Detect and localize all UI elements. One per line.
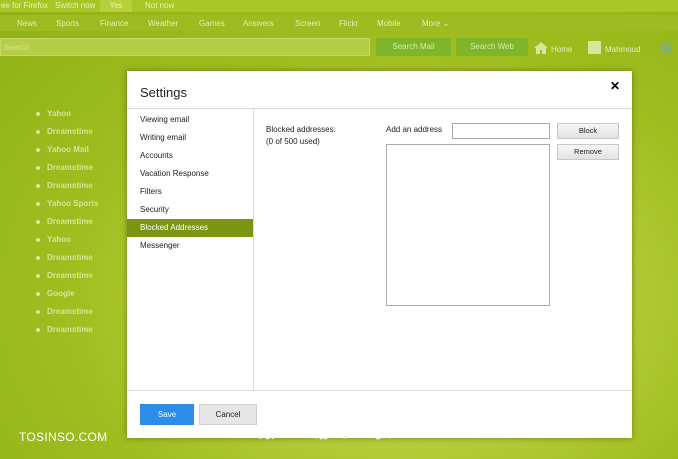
unread-dot-icon xyxy=(36,130,40,134)
unread-dot-icon xyxy=(36,274,40,278)
user-avatar-icon[interactable] xyxy=(588,41,601,54)
unread-dot-icon xyxy=(36,292,40,296)
home-label[interactable]: Home xyxy=(551,45,572,54)
remove-button[interactable]: Remove xyxy=(557,144,619,160)
list-item: Yahoo xyxy=(0,232,127,250)
firefox-promo-text: ee for Firefox xyxy=(1,1,49,10)
not-now-link[interactable]: Not now xyxy=(145,1,174,10)
nav-item-sports[interactable]: Sports xyxy=(56,19,79,28)
divider xyxy=(253,109,254,390)
unread-dot-icon xyxy=(36,202,40,206)
dialog-title: Settings xyxy=(140,85,187,100)
search-input[interactable]: Search xyxy=(0,38,370,56)
list-item: Dreamstime xyxy=(0,268,127,286)
nav-more-label: More xyxy=(422,19,441,28)
list-item-sender: Dreamstime xyxy=(47,307,93,316)
list-item-sender: Yahoo xyxy=(47,109,72,118)
close-icon[interactable]: ✕ xyxy=(610,79,620,93)
yahoo-nav-bar: News Sports Finance Weather Games Answer… xyxy=(0,15,678,31)
menu-item-blocked-addresses[interactable]: Blocked Addresses xyxy=(127,219,253,237)
list-item: Dreamstime xyxy=(0,124,127,142)
gear-icon[interactable] xyxy=(660,42,672,54)
save-button[interactable]: Save xyxy=(140,404,194,425)
nav-item-games[interactable]: Games xyxy=(199,19,225,28)
unread-dot-icon xyxy=(36,256,40,260)
chevron-down-icon: ⌄ xyxy=(442,19,450,28)
user-name-label[interactable]: Mahmoud xyxy=(605,45,641,54)
list-item: Yahoo Mail xyxy=(0,142,127,160)
blocked-addresses-list[interactable] xyxy=(386,144,550,306)
list-item-sender: Dreamstime xyxy=(47,271,93,280)
add-address-label: Add an address xyxy=(386,125,443,134)
unread-dot-icon xyxy=(36,148,40,152)
search-row: Search Search Mail Search Web Home Mahmo… xyxy=(0,37,678,59)
watermark-right: انجمن تخصصی فناوری اطلاعات ایران - ITPro… xyxy=(218,429,399,439)
list-item-sender: Dreamstime xyxy=(47,217,93,226)
list-item-sender: Dreamstime xyxy=(47,253,93,262)
nav-more-button[interactable]: More ⌄ xyxy=(422,19,449,28)
nav-item-answers[interactable]: Answers xyxy=(243,19,274,28)
block-button[interactable]: Block xyxy=(557,123,619,139)
list-item-sender: Dreamstime xyxy=(47,325,93,334)
unread-dot-icon xyxy=(36,184,40,188)
list-item-sender: Dreamstime xyxy=(47,127,93,136)
menu-item-messenger[interactable]: Messenger xyxy=(127,237,253,255)
list-item: Yahoo Sports xyxy=(0,196,127,214)
search-web-button[interactable]: Search Web xyxy=(456,38,528,56)
list-item: Dreamstime xyxy=(0,322,127,340)
menu-item-security[interactable]: Security xyxy=(127,201,253,219)
nav-item-finance[interactable]: Finance xyxy=(100,19,128,28)
blocked-addresses-label: Blocked addresses: xyxy=(266,125,336,134)
watermark-left: TOSINSO.COM xyxy=(19,430,108,444)
menu-item-filters[interactable]: Filters xyxy=(127,183,253,201)
add-address-input[interactable] xyxy=(452,123,550,139)
blocked-count-label: (0 of 500 used) xyxy=(266,137,320,146)
unread-dot-icon xyxy=(36,310,40,314)
list-item: Google xyxy=(0,286,127,304)
list-item-sender: Dreamstime xyxy=(47,163,93,172)
list-item-sender: Yahoo xyxy=(47,235,72,244)
divider xyxy=(127,390,632,391)
nav-item-weather[interactable]: Weather xyxy=(148,19,178,28)
settings-dialog: Settings ✕ Viewing email Writing email A… xyxy=(127,71,632,438)
list-item: Dreamstime xyxy=(0,250,127,268)
list-item-sender: Yahoo Sports xyxy=(47,199,99,208)
menu-item-accounts[interactable]: Accounts xyxy=(127,147,253,165)
menu-item-writing-email[interactable]: Writing email xyxy=(127,129,253,147)
nav-item-mobile[interactable]: Mobile xyxy=(377,19,401,28)
yes-button[interactable]: Yes xyxy=(100,0,132,12)
menu-item-vacation-response[interactable]: Vacation Response xyxy=(127,165,253,183)
nav-item-news[interactable]: News xyxy=(17,19,37,28)
unread-dot-icon xyxy=(36,328,40,332)
unread-dot-icon xyxy=(36,238,40,242)
list-item: Yahoo xyxy=(0,106,127,124)
list-item: Dreamstime xyxy=(0,304,127,322)
home-icon[interactable] xyxy=(533,41,549,55)
switch-now-text: Switch now xyxy=(55,1,96,10)
menu-item-viewing-email[interactable]: Viewing email xyxy=(127,111,253,129)
list-item-sender: Google xyxy=(47,289,75,298)
top-banner: ee for Firefox Switch now Yes Not now xyxy=(0,0,678,12)
unread-dot-icon xyxy=(36,112,40,116)
cancel-button[interactable]: Cancel xyxy=(199,404,257,425)
list-item: Dreamstime xyxy=(0,214,127,232)
search-mail-button[interactable]: Search Mail xyxy=(376,38,451,56)
list-item: Dreamstime xyxy=(0,160,127,178)
search-placeholder: Search xyxy=(4,43,30,52)
list-item-sender: Dreamstime xyxy=(47,181,93,190)
unread-dot-icon xyxy=(36,220,40,224)
divider xyxy=(127,108,632,109)
list-item: Dreamstime xyxy=(0,178,127,196)
nav-item-flickr[interactable]: Flickr xyxy=(339,19,358,28)
nav-item-screen[interactable]: Screen xyxy=(295,19,320,28)
unread-dot-icon xyxy=(36,166,40,170)
list-item-sender: Yahoo Mail xyxy=(47,145,89,154)
